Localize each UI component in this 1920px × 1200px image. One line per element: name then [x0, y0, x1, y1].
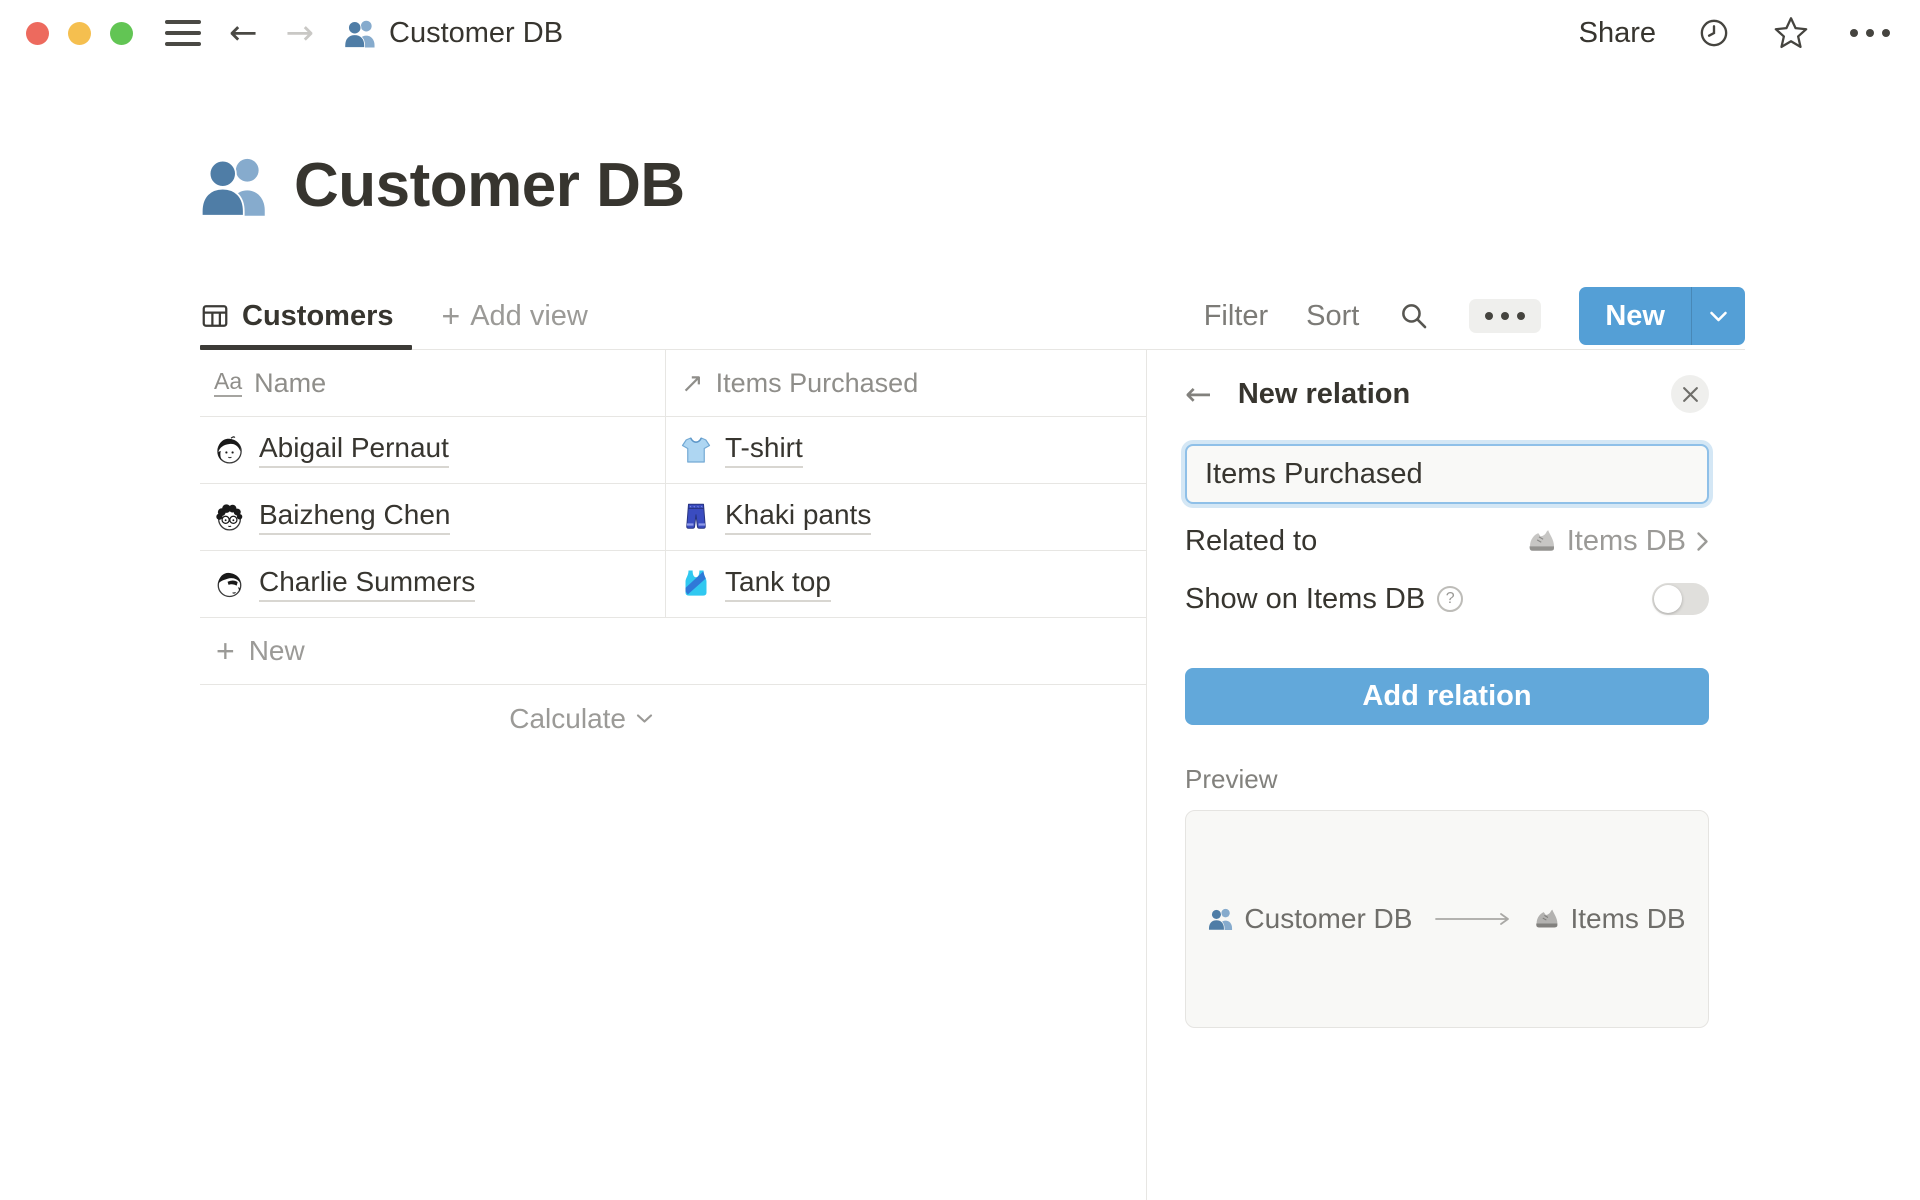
related-to-label: Related to: [1185, 525, 1317, 558]
search-icon[interactable]: [1397, 299, 1431, 333]
show-on-label: Show on Items DB: [1185, 583, 1425, 616]
new-button-group: New: [1579, 287, 1745, 345]
add-relation-button[interactable]: Add relation: [1185, 668, 1709, 725]
new-dropdown-chevron-icon[interactable]: [1691, 287, 1745, 345]
topbar-actions: Share: [1579, 14, 1890, 52]
preview-label: Preview: [1185, 764, 1277, 795]
back-button[interactable]: ←: [229, 16, 258, 50]
title-property-icon: Aa: [214, 369, 242, 396]
add-view-label: Add view: [470, 300, 588, 333]
page-header: Customer DB: [200, 150, 685, 221]
calculate-button[interactable]: Calculate: [200, 685, 665, 752]
sneaker-icon: [1534, 906, 1560, 932]
table-row: Abigail Pernaut T-shirt: [200, 417, 1146, 484]
name-cell[interactable]: Abigail Pernaut: [200, 417, 665, 483]
busts-icon: [344, 17, 377, 50]
relation-name-input[interactable]: [1185, 444, 1709, 504]
show-on-row: Show on Items DB ?: [1185, 574, 1709, 624]
preview-source-name: Customer DB: [1244, 903, 1412, 935]
page-link[interactable]: Charlie Summers: [259, 566, 475, 602]
tank-top-icon: [681, 569, 711, 599]
column-items-label: Items Purchased: [716, 368, 919, 399]
table-header-row: Aa Name ↗ Items Purchased: [200, 350, 1146, 417]
jeans-icon: [681, 502, 711, 532]
plus-icon: +: [216, 635, 235, 667]
plus-icon: +: [442, 300, 461, 332]
tab-customers[interactable]: Customers: [200, 283, 412, 349]
name-cell[interactable]: Baizheng Chen: [200, 484, 665, 550]
view-controls: Filter Sort New: [1204, 287, 1745, 345]
panel-title: New relation: [1238, 378, 1410, 411]
avatar: [214, 569, 245, 600]
column-name-label: Name: [254, 368, 326, 399]
more-options-icon[interactable]: [1850, 29, 1890, 37]
preview-target-name: Items DB: [1570, 903, 1685, 935]
column-header-name[interactable]: Aa Name: [200, 350, 665, 416]
favorite-star-icon[interactable]: [1772, 14, 1810, 52]
new-button[interactable]: New: [1579, 287, 1691, 345]
page-link[interactable]: Abigail Pernaut: [259, 432, 449, 468]
relation-preview-box: Customer DB Items DB: [1185, 810, 1709, 1028]
related-database-name: Items DB: [1567, 525, 1686, 558]
help-icon[interactable]: ?: [1437, 586, 1463, 612]
new-relation-panel: ← New relation Related to Items DB: [1146, 350, 1920, 1200]
table-row: Charlie Summers Tank top: [200, 551, 1146, 618]
window-zoom-button[interactable]: [110, 22, 133, 45]
view-options-icon[interactable]: [1469, 299, 1541, 333]
calculate-label: Calculate: [509, 703, 626, 735]
tshirt-icon: [681, 435, 711, 465]
related-database-selector[interactable]: Items DB: [1527, 525, 1709, 558]
preview-target: Items DB: [1534, 903, 1685, 935]
page-link[interactable]: Baizheng Chen: [259, 499, 450, 535]
share-button[interactable]: Share: [1579, 17, 1656, 50]
window-titlebar: ← → Customer DB Share: [0, 0, 1920, 66]
add-view-button[interactable]: + Add view: [442, 300, 588, 333]
avatar: [214, 435, 245, 466]
items-cell[interactable]: T-shirt: [665, 417, 1146, 483]
avatar: [214, 502, 245, 533]
column-header-items-purchased[interactable]: ↗ Items Purchased: [665, 350, 1146, 416]
busts-icon: [1208, 906, 1234, 932]
close-icon[interactable]: [1671, 375, 1709, 413]
view-toolbar: Customers + Add view Filter Sort New: [200, 283, 1745, 350]
show-on-toggle[interactable]: [1652, 583, 1709, 615]
table-row: Baizheng Chen Khaki pants: [200, 484, 1146, 551]
table-view-icon: [200, 301, 230, 331]
items-cell[interactable]: Tank top: [665, 551, 1146, 617]
panel-header: ← New relation: [1185, 372, 1709, 416]
tab-label: Customers: [242, 300, 394, 333]
panel-back-arrow-icon[interactable]: ←: [1185, 378, 1212, 410]
page-busts-icon[interactable]: [200, 151, 270, 221]
breadcrumb-title: Customer DB: [389, 17, 563, 50]
sort-button[interactable]: Sort: [1306, 300, 1359, 333]
long-arrow-right-icon: [1434, 911, 1512, 927]
window-controls: [26, 22, 133, 45]
sneaker-icon: [1527, 526, 1557, 556]
related-to-row: Related to Items DB: [1185, 516, 1709, 566]
preview-source: Customer DB: [1208, 903, 1412, 935]
chevron-down-icon: [636, 713, 653, 724]
page-link[interactable]: Tank top: [725, 566, 831, 602]
updates-clock-icon[interactable]: [1696, 15, 1732, 51]
name-cell[interactable]: Charlie Summers: [200, 551, 665, 617]
sidebar-toggle-icon[interactable]: [165, 20, 201, 46]
forward-button[interactable]: →: [286, 16, 315, 50]
new-row-button[interactable]: + New: [200, 618, 1146, 685]
page-link[interactable]: Khaki pants: [725, 499, 871, 535]
page-link[interactable]: T-shirt: [725, 432, 803, 468]
relation-property-icon: ↗: [681, 370, 704, 397]
new-row-label: New: [249, 635, 305, 667]
page-title[interactable]: Customer DB: [294, 150, 685, 221]
filter-button[interactable]: Filter: [1204, 300, 1268, 333]
breadcrumb[interactable]: Customer DB: [344, 17, 563, 50]
items-cell[interactable]: Khaki pants: [665, 484, 1146, 550]
window-close-button[interactable]: [26, 22, 49, 45]
window-minimize-button[interactable]: [68, 22, 91, 45]
customers-table: Aa Name ↗ Items Purchased Abigail Pernau…: [200, 350, 1146, 752]
chevron-right-icon: [1696, 531, 1709, 552]
